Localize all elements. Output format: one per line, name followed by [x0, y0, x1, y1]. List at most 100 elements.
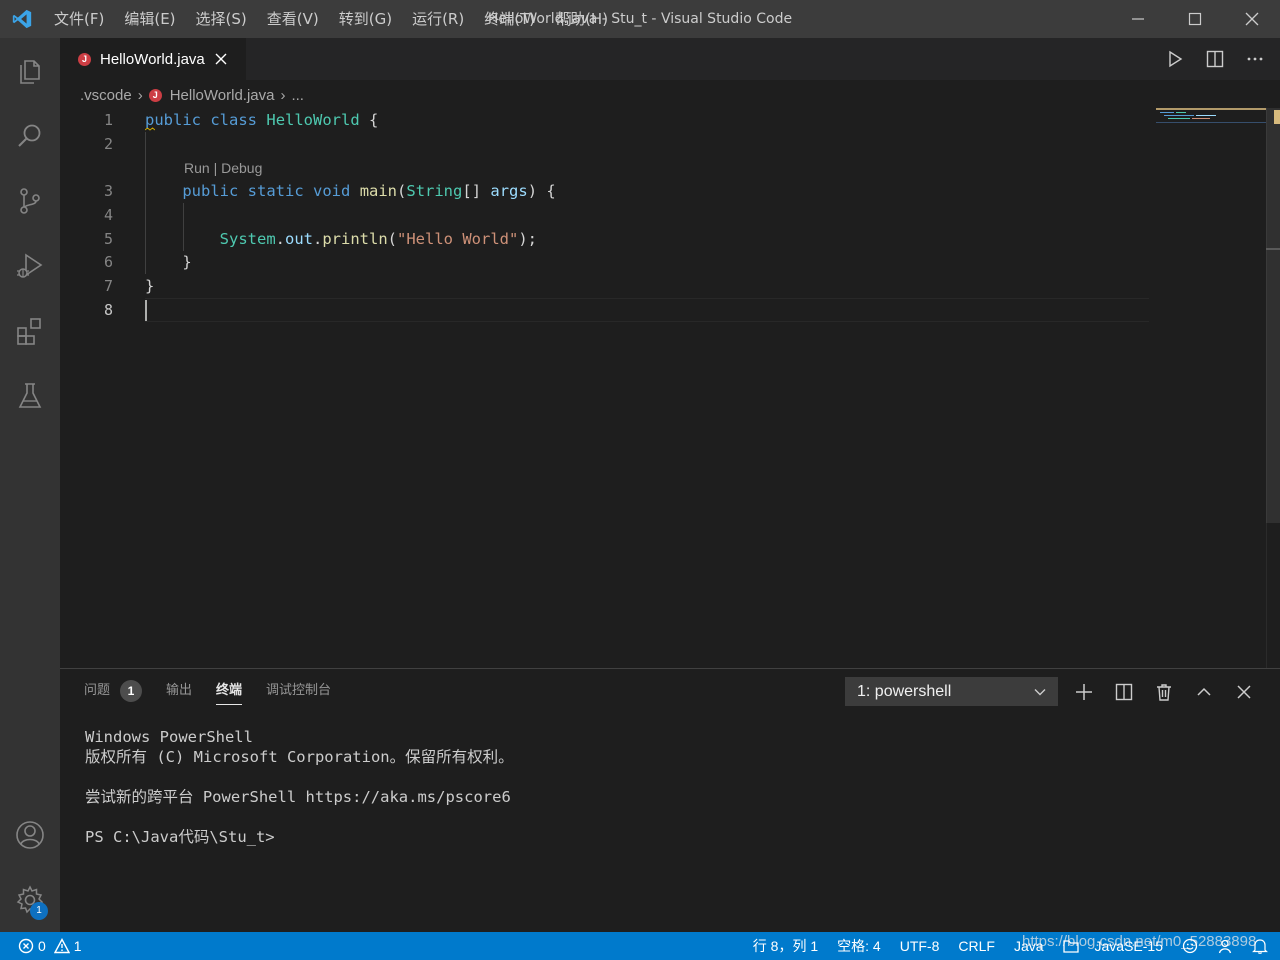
window-controls [1109, 0, 1280, 38]
tab-output[interactable]: 输出 [166, 669, 192, 713]
menu-file[interactable]: 文件(F) [44, 0, 114, 38]
terminal-line: Windows PowerShell [85, 728, 253, 746]
editor-tab-bar: J HelloWorld.java [60, 38, 1280, 80]
status-jdk[interactable]: JavaSE-15 [1062, 938, 1163, 954]
breadcrumb-file[interactable]: HelloWorld.java [170, 87, 275, 104]
activity-search[interactable] [0, 103, 60, 168]
status-cursor-position[interactable]: 行 8，列 1 [753, 936, 818, 956]
code-line-5: System.out.println("Hello World"); [145, 227, 537, 251]
menu-help[interactable]: 帮助(H) [545, 0, 618, 38]
code-token-keyword: public [145, 111, 201, 129]
account-icon [16, 820, 44, 849]
code-token-punct: ); [518, 230, 538, 248]
scrollbar-thumb[interactable] [1266, 108, 1280, 523]
title-bar: 文件(F) 编辑(E) 选择(S) 查看(V) 转到(G) 运行(R) 终端(T… [0, 0, 1280, 38]
status-problems[interactable]: 0 1 [18, 932, 82, 960]
text-cursor [145, 300, 147, 321]
code-token-string: "Hello World" [397, 230, 519, 248]
tab-terminal[interactable]: 终端 [216, 669, 243, 713]
settings-update-badge: 1 [30, 902, 48, 920]
chevron-right-icon: › [137, 86, 143, 104]
code-token-class: HelloWorld [266, 111, 360, 129]
maximize-panel-button[interactable] [1194, 682, 1214, 702]
status-indentation[interactable]: 空格: 4 [837, 936, 881, 956]
breadcrumb-more[interactable]: ... [291, 87, 304, 104]
person-icon [1218, 939, 1232, 954]
menu-selection[interactable]: 选择(S) [186, 0, 257, 38]
breadcrumb: .vscode › J HelloWorld.java › ... [60, 82, 1160, 108]
terminal-select-value: 1: powershell [857, 682, 952, 700]
split-editor-button[interactable] [1204, 48, 1226, 70]
chevron-down-icon [1034, 689, 1046, 696]
kill-terminal-button[interactable] [1154, 682, 1174, 702]
status-notifications[interactable] [1252, 938, 1268, 954]
minimize-button[interactable] [1109, 0, 1166, 38]
java-file-icon: J [148, 88, 162, 102]
activity-source-control[interactable] [0, 168, 60, 233]
scrollbar-warning-marker [1274, 110, 1280, 124]
close-icon [1237, 684, 1251, 699]
menu-view[interactable]: 查看(V) [257, 0, 329, 38]
activity-manage[interactable]: 1 [0, 867, 60, 932]
activity-extensions[interactable] [0, 298, 60, 363]
activity-testing[interactable] [0, 363, 60, 428]
status-right: 行 8，列 1 空格: 4 UTF-8 CRLF Java JavaSE-15 [753, 932, 1268, 960]
panel-actions [1074, 677, 1274, 706]
run-java-button[interactable] [1164, 48, 1186, 70]
status-language[interactable]: Java [1014, 938, 1044, 954]
search-icon [18, 124, 41, 147]
split-terminal-button[interactable] [1114, 682, 1134, 702]
breadcrumb-folder[interactable]: .vscode [80, 87, 132, 104]
tab-label: HelloWorld.java [100, 50, 205, 68]
split-editor-icon [1206, 50, 1224, 68]
code-token-keyword: class [210, 111, 258, 129]
code-token-punct: ( [397, 182, 407, 200]
code-editor[interactable]: 1 2 3 4 5 6 7 8 public class HelloWorld … [60, 108, 1280, 668]
bell-icon [1252, 939, 1268, 954]
line-number: 5 [103, 230, 113, 248]
tab-problems[interactable]: 问题 1 [84, 669, 143, 713]
status-feedback[interactable] [1182, 938, 1198, 954]
maximize-button[interactable] [1166, 0, 1223, 38]
minimize-icon [1131, 18, 1144, 20]
line-number: 4 [103, 206, 113, 224]
close-window-button[interactable] [1223, 0, 1280, 38]
minimap-viewport [1156, 108, 1266, 123]
chevron-up-icon [1197, 687, 1211, 696]
new-terminal-button[interactable] [1074, 682, 1094, 702]
split-icon [1115, 683, 1133, 700]
close-panel-button[interactable] [1234, 682, 1254, 702]
terminal-output[interactable]: Windows PowerShell 版权所有 (C) Microsoft Co… [85, 727, 514, 847]
menu-go[interactable]: 转到(G) [329, 0, 402, 38]
status-accounts[interactable] [1217, 938, 1233, 954]
extensions-icon [17, 317, 41, 345]
code-token-keyword: static [247, 182, 304, 200]
vscode-logo-icon [0, 0, 44, 38]
terminal-select-dropdown[interactable]: 1: powershell [845, 677, 1058, 706]
ellipsis-icon [1247, 57, 1263, 61]
code-token-punct: ( [387, 230, 398, 248]
tab-helloworld-java[interactable]: J HelloWorld.java [60, 38, 246, 80]
line-number: 6 [103, 253, 113, 271]
menu-terminal[interactable]: 终端(T) [474, 0, 545, 38]
activity-explorer[interactable] [0, 38, 60, 103]
code-token-variable: out [285, 230, 313, 248]
status-bar: 0 1 https://blog.csdn.net/m0_52883898 行 … [0, 932, 1280, 960]
terminal-line: 版权所有 (C) Microsoft Corporation。保留所有权利。 [85, 748, 514, 766]
tab-debug-console[interactable]: 调试控制台 [266, 669, 331, 713]
tab-problems-label: 问题 [84, 683, 111, 698]
activity-run-debug[interactable] [0, 233, 60, 298]
menu-run[interactable]: 运行(R) [402, 0, 474, 38]
status-eol[interactable]: CRLF [958, 938, 995, 954]
menu-edit[interactable]: 编辑(E) [114, 0, 185, 38]
tab-close-button[interactable] [213, 51, 229, 67]
status-encoding[interactable]: UTF-8 [900, 938, 940, 954]
line-number: 1 [103, 111, 113, 129]
more-actions-button[interactable] [1244, 48, 1266, 70]
activity-accounts[interactable] [0, 802, 60, 867]
codelens-run-debug[interactable]: Run | Debug [184, 158, 262, 178]
editor-actions [1164, 38, 1266, 80]
line-number: 2 [103, 135, 113, 153]
